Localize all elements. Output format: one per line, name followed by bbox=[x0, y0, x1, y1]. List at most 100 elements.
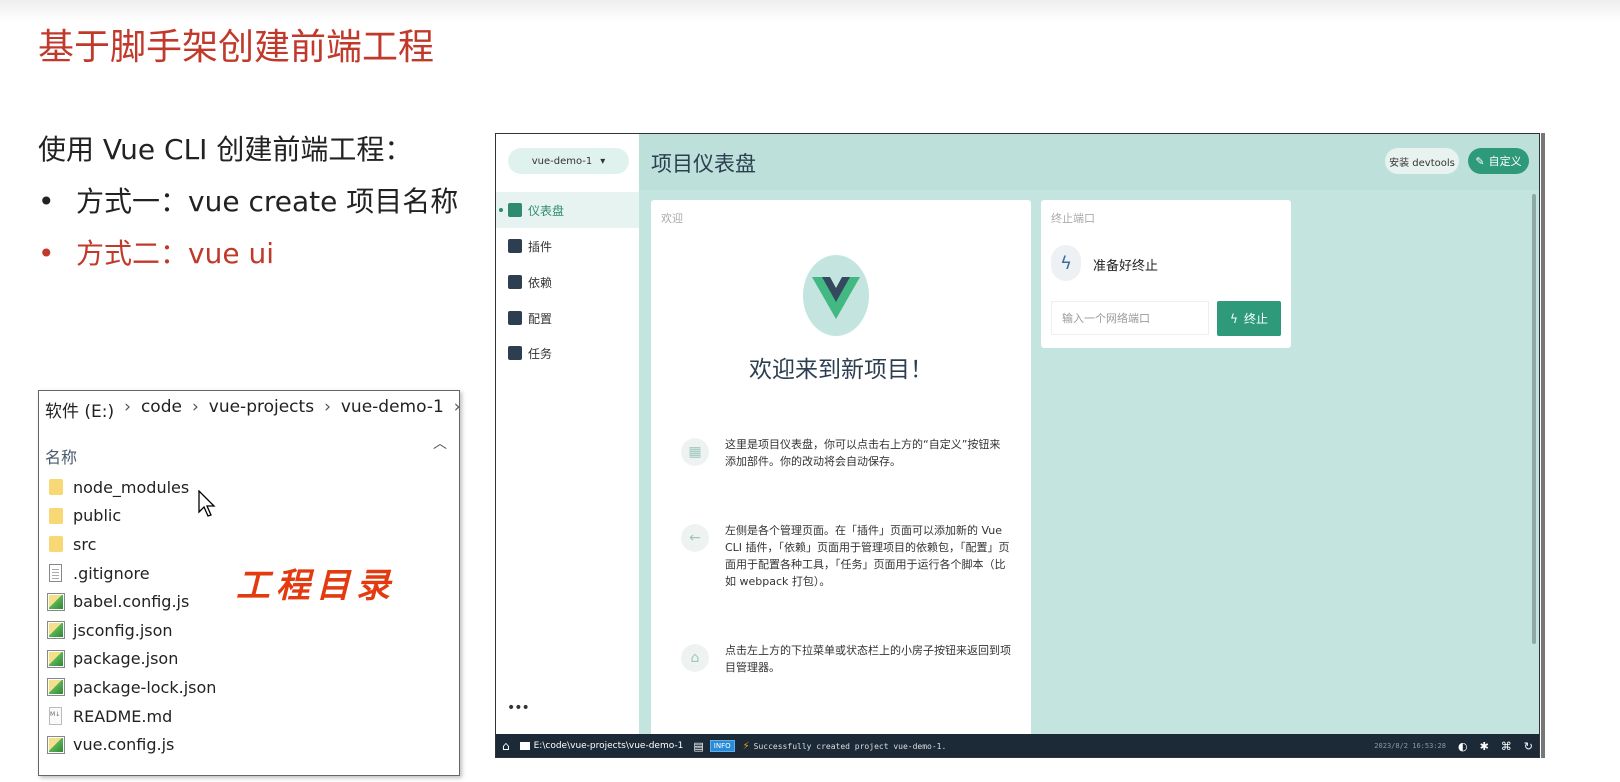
page-title: 项目仪表盘 bbox=[651, 152, 756, 176]
sidebar-item-label: 任务 bbox=[528, 346, 553, 361]
folder-icon bbox=[49, 479, 63, 496]
dashboard-icon: ▦ bbox=[681, 438, 709, 466]
sidebar-item-dashboard[interactable]: 仪表盘 bbox=[496, 192, 639, 228]
file-name: jsconfig.json bbox=[73, 620, 173, 640]
script-file-icon bbox=[47, 678, 65, 697]
library-icon bbox=[508, 275, 522, 289]
bolt-icon: ϟ bbox=[1230, 311, 1238, 326]
widget-title: 终止端口 bbox=[1051, 212, 1095, 225]
folder-icon bbox=[49, 536, 63, 553]
welcome-widget: 欢迎 欢迎来到新项目！ ▦ 这里是项目仪表盘，你可以点击右上方的“自定义”按钮来… bbox=[651, 200, 1031, 740]
text-file-icon bbox=[49, 564, 62, 583]
tip-navigation: ← 左侧是各个管理页面。在「插件」页面可以添加新的 Vue CLI 插件，「依赖… bbox=[681, 522, 1011, 590]
bug-icon[interactable]: ✱ bbox=[1480, 740, 1489, 753]
file-name: vue.config.js bbox=[73, 735, 175, 755]
breadcrumb-vue-demo-1[interactable]: vue-demo-1 bbox=[339, 397, 446, 422]
settings-icon bbox=[508, 311, 522, 325]
list-item[interactable]: src bbox=[47, 530, 216, 559]
vue-ui-window: vue-demo-1 ▾ 仪表盘 插件 依赖 配置 任务 ••• 项目仪表盘 安… bbox=[495, 133, 1540, 758]
bullet-method-two: • 方式二：vue ui bbox=[38, 232, 274, 272]
list-item[interactable]: package-lock.json bbox=[47, 673, 216, 702]
puzzle-icon bbox=[508, 239, 522, 253]
bolt-icon: ⚡ bbox=[742, 740, 750, 752]
list-item[interactable]: README.md bbox=[47, 702, 216, 731]
breadcrumb-vue-projects[interactable]: vue-projects bbox=[207, 397, 316, 422]
clipboard-icon bbox=[508, 346, 522, 360]
home-icon[interactable]: ⌂ bbox=[502, 739, 510, 753]
sidebar-item-dependencies[interactable]: 依赖 bbox=[496, 264, 639, 300]
list-item[interactable]: node_modules bbox=[47, 473, 216, 502]
sidebar-item-label: 配置 bbox=[528, 311, 553, 326]
mouse-cursor-icon bbox=[198, 489, 218, 525]
log-icon[interactable]: ▤ bbox=[693, 740, 703, 753]
contrast-icon[interactable]: ◐ bbox=[1458, 740, 1468, 753]
sidebar-item-plugins[interactable]: 插件 bbox=[496, 228, 639, 264]
widget-title: 欢迎 bbox=[661, 212, 683, 225]
handwritten-annotation: 工程目录 bbox=[236, 566, 396, 606]
arrow-left-icon: ← bbox=[681, 524, 709, 552]
sidebar-item-label: 仪表盘 bbox=[528, 203, 565, 218]
scrollbar[interactable] bbox=[1532, 194, 1536, 644]
breadcrumb-drive[interactable]: 软件 (E:) bbox=[43, 397, 116, 422]
status-message[interactable]: Successfully created project vue-demo-1. bbox=[754, 742, 947, 751]
column-header-name[interactable]: 名称 bbox=[45, 444, 77, 468]
customize-button[interactable]: ✎ 自定义 bbox=[1468, 148, 1529, 174]
customize-button-label: 自定义 bbox=[1488, 155, 1522, 168]
tip-customize: ▦ 这里是项目仪表盘，你可以点击右上方的“自定义”按钮来添加部件。你的改动将会自… bbox=[681, 436, 1011, 470]
tip-text: 这里是项目仪表盘，你可以点击右上方的“自定义”按钮来添加部件。你的改动将会自动保… bbox=[725, 438, 1001, 468]
folder-icon bbox=[519, 742, 530, 750]
list-item[interactable]: public bbox=[47, 502, 216, 531]
project-select[interactable]: vue-demo-1 ▾ bbox=[508, 148, 629, 174]
info-badge: INFO bbox=[709, 740, 735, 752]
translate-icon[interactable]: ⌘ bbox=[1501, 740, 1512, 753]
vue-logo-icon bbox=[803, 255, 869, 336]
active-indicator bbox=[499, 208, 503, 212]
sidebar-item-config[interactable]: 配置 bbox=[496, 300, 639, 336]
welcome-title: 欢迎来到新项目！ bbox=[749, 357, 933, 383]
chevron-up-icon[interactable]: ︿ bbox=[433, 433, 447, 453]
home-icon: ⌂ bbox=[681, 644, 709, 672]
kill-port-button-label: 终止 bbox=[1243, 312, 1268, 326]
list-item[interactable]: babel.config.js bbox=[47, 587, 216, 616]
project-path[interactable]: E:\code\vue-projects\vue-demo-1 bbox=[534, 741, 684, 751]
file-name: src bbox=[73, 534, 97, 554]
script-file-icon bbox=[47, 649, 65, 668]
chevron-right-icon[interactable]: › bbox=[316, 397, 339, 422]
bullet-text: 方式二：vue ui bbox=[76, 237, 274, 270]
caret-down-icon: ▾ bbox=[600, 155, 606, 167]
bullet-dot: • bbox=[38, 185, 55, 218]
pencil-icon: ✎ bbox=[1475, 154, 1485, 168]
markdown-file-icon bbox=[49, 707, 62, 726]
port-input[interactable]: 输入一个网络端口 bbox=[1051, 301, 1209, 335]
tip-home: ⌂ 点击左上方的下拉菜单或状态栏上的小房子按钮来返回到项目管理器。 bbox=[681, 642, 1011, 676]
dashboard-icon bbox=[508, 203, 522, 217]
bullet-dot: • bbox=[38, 237, 55, 270]
kill-port-widget: 终止端口 ϟ 准备好终止 输入一个网络端口 ϟ 终止 bbox=[1041, 200, 1291, 348]
chevron-right-icon[interactable]: › bbox=[116, 397, 139, 422]
chevron-right-icon[interactable]: › bbox=[184, 397, 207, 422]
file-name: package.json bbox=[73, 649, 179, 669]
breadcrumb-code[interactable]: code bbox=[139, 397, 184, 422]
list-item[interactable]: jsconfig.json bbox=[47, 616, 216, 645]
kill-port-button[interactable]: ϟ 终止 bbox=[1217, 301, 1281, 336]
bolt-icon: ϟ bbox=[1051, 245, 1081, 281]
chevron-right-icon[interactable]: › bbox=[446, 397, 469, 422]
file-name: public bbox=[73, 506, 122, 526]
sidebar-item-label: 依赖 bbox=[528, 275, 553, 290]
script-file-icon bbox=[47, 621, 65, 640]
tip-text: 点击左上方的下拉菜单或状态栏上的小房子按钮来返回到项目管理器。 bbox=[725, 644, 1011, 674]
script-file-icon bbox=[47, 592, 65, 611]
slide-title: 基于脚手架创建前端工程 bbox=[38, 27, 435, 68]
refresh-icon[interactable]: ↻ bbox=[1524, 740, 1533, 753]
script-file-icon bbox=[47, 735, 65, 754]
more-icon[interactable]: ••• bbox=[507, 700, 530, 716]
list-item[interactable]: vue.config.js bbox=[47, 730, 216, 759]
file-name: babel.config.js bbox=[73, 592, 190, 612]
status-time: 2023/8/2 16:53:28 bbox=[1374, 742, 1446, 750]
list-item[interactable]: .gitignore bbox=[47, 559, 216, 588]
top-bar: 项目仪表盘 安装 devtools ✎ 自定义 bbox=[639, 134, 1539, 190]
install-devtools-button[interactable]: 安装 devtools bbox=[1385, 148, 1459, 174]
list-item[interactable]: package.json bbox=[47, 645, 216, 674]
sidebar-item-tasks[interactable]: 任务 bbox=[496, 335, 639, 371]
port-status: 准备好终止 bbox=[1093, 259, 1159, 274]
